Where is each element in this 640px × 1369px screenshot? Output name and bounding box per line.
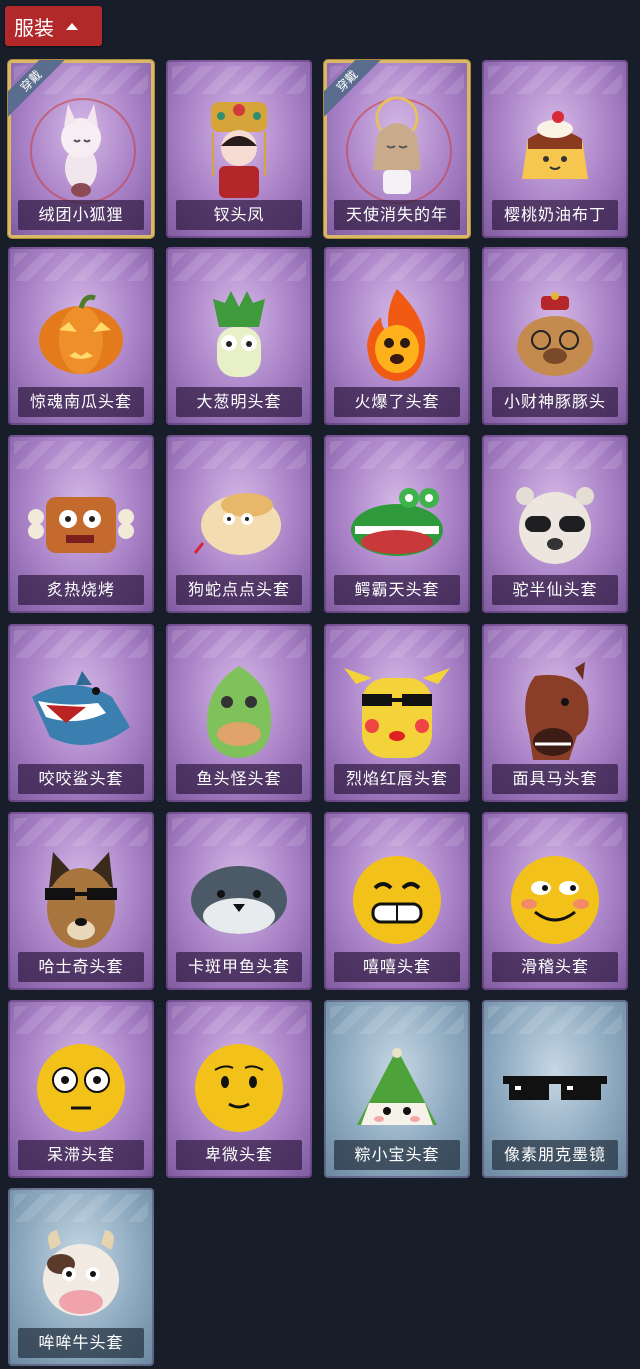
costume-card[interactable]: 鱼头怪头套 <box>166 624 312 802</box>
costume-name: 呆滞头套 <box>18 1140 144 1170</box>
costume-card[interactable]: 樱桃奶油布丁 <box>482 60 628 238</box>
fire-icon <box>342 283 452 387</box>
costume-card[interactable]: 嘻嘻头套 <box>324 812 470 990</box>
dazed-emoji-icon <box>26 1036 136 1140</box>
phoenix-crown-icon <box>184 96 294 200</box>
costume-name: 卡斑甲鱼头套 <box>176 952 302 982</box>
fish-head-icon <box>184 660 294 764</box>
costume-name: 小财神豚豚头 <box>492 387 618 417</box>
costume-card[interactable]: 哞哞牛头套 <box>8 1188 154 1366</box>
costume-name: 面具马头套 <box>492 764 618 794</box>
costume-card[interactable]: 大葱明头套 <box>166 247 312 425</box>
costume-card[interactable]: 哈士奇头套 <box>8 812 154 990</box>
equipped-badge: 穿戴 <box>324 60 382 118</box>
costume-name: 惊魂南瓜头套 <box>18 387 144 417</box>
costume-card[interactable]: 烈焰红唇头套 <box>324 624 470 802</box>
grin-emoji-icon <box>342 848 452 952</box>
costume-card[interactable]: 炙热烧烤 <box>8 435 154 613</box>
costume-card[interactable]: 驼半仙头套 <box>482 435 628 613</box>
costume-name: 樱桃奶油布丁 <box>492 200 618 230</box>
costume-card[interactable]: 惊魂南瓜头套 <box>8 247 154 425</box>
costume-card[interactable]: 卑微头套 <box>166 1000 312 1178</box>
costume-name: 鱼头怪头套 <box>176 764 302 794</box>
costume-card[interactable]: 粽小宝头套 <box>324 1000 470 1178</box>
seal-icon <box>184 848 294 952</box>
crocodile-icon <box>342 471 452 575</box>
costume-card[interactable]: 滑稽头套 <box>482 812 628 990</box>
husky-icon <box>26 848 136 952</box>
costume-grid: 穿戴 绒团小狐狸 钗头凤 穿戴 天使消失的年 樱桃奶油布丁 惊魂南瓜头套 大葱明头套 火爆了头套… <box>0 0 640 1369</box>
equipped-badge-text: 穿戴 <box>8 60 66 118</box>
costume-card[interactable]: 面具马头套 <box>482 624 628 802</box>
equipped-badge: 穿戴 <box>8 60 66 118</box>
costume-name: 绒团小狐狸 <box>18 200 144 230</box>
costume-name: 炙热烧烤 <box>18 575 144 605</box>
bbq-icon <box>26 471 136 575</box>
costume-name: 哞哞牛头套 <box>18 1328 144 1358</box>
costume-card[interactable]: 卡斑甲鱼头套 <box>166 812 312 990</box>
snake-icon <box>184 471 294 575</box>
pixel-glasses-icon <box>500 1036 610 1140</box>
costume-card[interactable]: 像素朋克墨镜 <box>482 1000 628 1178</box>
costume-name: 咬咬鲨头套 <box>18 764 144 794</box>
shark-icon <box>26 660 136 764</box>
costume-name: 驼半仙头套 <box>492 575 618 605</box>
alpaca-icon <box>500 471 610 575</box>
equipped-badge-text: 穿戴 <box>324 60 382 118</box>
costume-card[interactable]: 小财神豚豚头 <box>482 247 628 425</box>
costume-name: 卑微头套 <box>176 1140 302 1170</box>
pudding-icon <box>500 96 610 200</box>
pikachu-icon <box>342 660 452 764</box>
costume-name: 像素朋克墨镜 <box>492 1140 618 1170</box>
costume-name: 狗蛇点点头套 <box>176 575 302 605</box>
cow-icon <box>26 1224 136 1328</box>
humble-emoji-icon <box>184 1036 294 1140</box>
costume-card[interactable]: 穿戴绒团小狐狸 <box>8 60 154 238</box>
costume-name: 嘻嘻头套 <box>334 952 460 982</box>
costume-name: 粽小宝头套 <box>334 1140 460 1170</box>
costume-name: 滑稽头套 <box>492 952 618 982</box>
costume-card[interactable]: 呆滞头套 <box>8 1000 154 1178</box>
funny-emoji-icon <box>500 848 610 952</box>
costume-name: 火爆了头套 <box>334 387 460 417</box>
costume-name: 钗头凤 <box>176 200 302 230</box>
costume-name: 天使消失的年 <box>334 200 460 230</box>
costume-card[interactable]: 狗蛇点点头套 <box>166 435 312 613</box>
costume-card[interactable]: 鳄霸天头套 <box>324 435 470 613</box>
costume-card[interactable]: 穿戴天使消失的年 <box>324 60 470 238</box>
zongzi-icon <box>342 1036 452 1140</box>
pumpkin-icon <box>26 283 136 387</box>
costume-card[interactable]: 咬咬鲨头套 <box>8 624 154 802</box>
capybara-icon <box>500 283 610 387</box>
costume-name: 鳄霸天头套 <box>334 575 460 605</box>
costume-name: 哈士奇头套 <box>18 952 144 982</box>
costume-card[interactable]: 钗头凤 <box>166 60 312 238</box>
costume-name: 大葱明头套 <box>176 387 302 417</box>
scallion-icon <box>184 283 294 387</box>
horse-icon <box>500 660 610 764</box>
costume-card[interactable]: 火爆了头套 <box>324 247 470 425</box>
costume-name: 烈焰红唇头套 <box>334 764 460 794</box>
